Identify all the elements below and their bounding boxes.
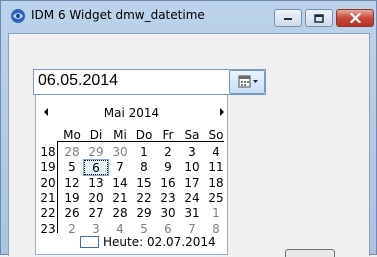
calendar-day[interactable]: 11 xyxy=(204,160,228,175)
calendar-day[interactable]: 14 xyxy=(108,176,132,191)
calendar-day[interactable]: 10 xyxy=(180,160,204,175)
weekday-header: Mo xyxy=(63,128,81,142)
week-number: 20 xyxy=(40,176,56,190)
maximize-icon xyxy=(314,13,324,23)
calendar-day[interactable]: 1 xyxy=(132,145,156,160)
calendar-day[interactable]: 20 xyxy=(84,191,108,206)
calendar-day[interactable]: 16 xyxy=(156,176,180,191)
calendar-day[interactable]: 18 xyxy=(204,176,228,191)
calendar-icon xyxy=(238,75,258,88)
close-icon xyxy=(349,13,361,23)
week-number: 21 xyxy=(40,191,56,205)
calendar-day[interactable]: 31 xyxy=(180,206,204,221)
calendar-day[interactable]: 25 xyxy=(204,191,228,206)
calendar-day[interactable]: 21 xyxy=(108,191,132,206)
calendar-day[interactable]: 22 xyxy=(132,191,156,206)
calendar-day[interactable]: 9 xyxy=(156,160,180,175)
weekday-header: Do xyxy=(135,128,153,142)
week-number: 18 xyxy=(40,145,56,159)
partial-button[interactable] xyxy=(285,249,335,257)
calendar-day[interactable]: 24 xyxy=(180,191,204,206)
week-number: 19 xyxy=(40,160,56,174)
calendar-day[interactable]: 8 xyxy=(132,160,156,175)
calendar-month-title[interactable]: Mai 2014 xyxy=(35,106,228,120)
calendar-day[interactable]: 30 xyxy=(108,145,132,160)
calendar-day[interactable]: 27 xyxy=(84,206,108,221)
app-logo-icon xyxy=(11,9,25,23)
calendar-day[interactable]: 23 xyxy=(156,191,180,206)
weekday-header: Sa xyxy=(184,128,200,142)
calendar-day[interactable]: 3 xyxy=(180,145,204,160)
title-bar[interactable]: IDM 6 Widget dmw_datetime xyxy=(1,1,376,33)
maximize-button[interactable] xyxy=(305,9,333,27)
calendar-weeknumber-divider xyxy=(57,141,58,233)
week-number: 22 xyxy=(40,206,56,220)
today-label[interactable]: Heute: 02.07.2014 xyxy=(103,235,216,249)
calendar-day[interactable]: 2 xyxy=(156,145,180,160)
calendar-day[interactable]: 19 xyxy=(60,191,84,206)
calendar-day[interactable]: 29 xyxy=(84,145,108,160)
calendar-day[interactable]: 4 xyxy=(204,145,228,160)
minimize-button[interactable] xyxy=(274,9,302,27)
close-button[interactable] xyxy=(336,9,374,27)
date-input-value[interactable]: 06.05.2014 xyxy=(38,72,118,90)
calendar-day[interactable]: 28 xyxy=(108,206,132,221)
calendar-dropdown-button[interactable] xyxy=(229,70,265,94)
weekday-header: Di xyxy=(89,128,103,142)
calendar-day[interactable]: 26 xyxy=(60,206,84,221)
calendar-day[interactable]: 15 xyxy=(132,176,156,191)
weekday-header: Fr xyxy=(162,128,174,142)
window-title: IDM 6 Widget dmw_datetime xyxy=(31,8,205,22)
calendar-day[interactable]: 5 xyxy=(60,160,84,175)
calendar-day[interactable]: 12 xyxy=(60,176,84,191)
today-link[interactable]: Heute: 02.07.2014 xyxy=(80,234,216,250)
calendar-header-divider xyxy=(57,141,224,142)
calendar-day[interactable]: 1 xyxy=(204,206,228,221)
calendar-day-selected[interactable]: 6 xyxy=(83,159,109,176)
calendar-day[interactable]: 30 xyxy=(156,206,180,221)
minimize-icon xyxy=(284,18,292,20)
chevron-down-icon xyxy=(253,80,258,83)
calendar-day[interactable]: 29 xyxy=(132,206,156,221)
calendar-day[interactable]: 7 xyxy=(108,160,132,175)
today-marker-icon xyxy=(80,236,99,248)
calendar-day[interactable]: 13 xyxy=(84,176,108,191)
weekday-header: Mi xyxy=(113,128,127,142)
week-number: 23 xyxy=(40,222,56,236)
calendar-day[interactable]: 28 xyxy=(60,145,84,160)
calendar-day[interactable]: 17 xyxy=(180,176,204,191)
weekday-header: So xyxy=(208,128,224,142)
